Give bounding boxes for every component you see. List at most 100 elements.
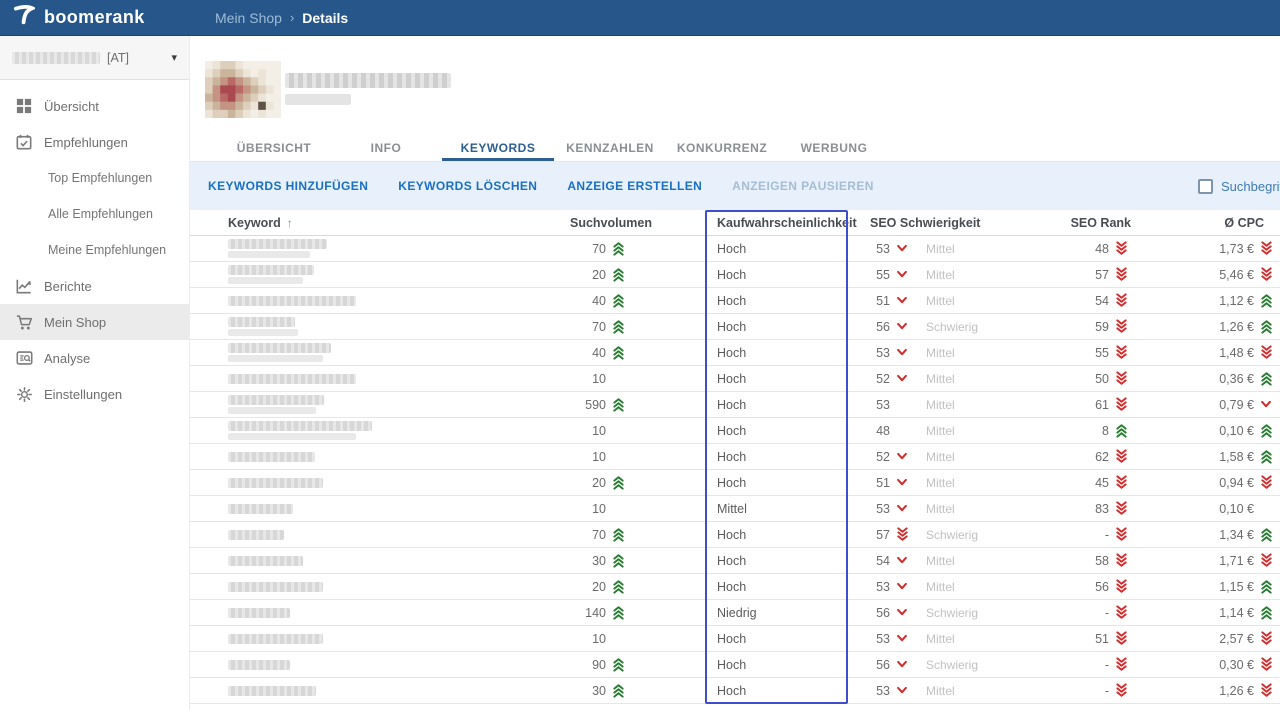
- keyword-redacted: [228, 343, 331, 362]
- table-row[interactable]: 30Hoch54Mittel581,71 €: [190, 548, 1280, 574]
- table-row[interactable]: 140Niedrig56Schwierig-1,14 €: [190, 600, 1280, 626]
- cart-icon: [15, 313, 33, 331]
- column-header-keyword[interactable]: Keyword ↑: [190, 210, 570, 235]
- keyword-cell: [190, 626, 570, 651]
- sidebar-item-label: Mein Shop: [44, 315, 106, 330]
- kaufwahrscheinlichkeit-cell: Hoch: [705, 366, 848, 391]
- gap-cell: [628, 262, 705, 287]
- table-row[interactable]: 10Mittel53Mittel830,10 €: [190, 496, 1280, 522]
- seo-schwierigkeit-cell: 48Mittel: [870, 418, 1058, 443]
- trend-down-small-icon: [1256, 397, 1276, 413]
- sidebar-item-mein-shop[interactable]: Mein Shop: [0, 304, 189, 340]
- keywords-hinzufuegen-button[interactable]: KEYWORDS HINZUFÜGEN: [208, 179, 368, 193]
- table-row[interactable]: 30Hoch53Mittel-1,26 €: [190, 678, 1280, 704]
- table-row[interactable]: 70Hoch53Mittel481,73 €: [190, 236, 1280, 262]
- cpc-cell: 0,10 €: [1171, 496, 1280, 521]
- seo-schwierigkeit-cell: 52Mittel: [870, 444, 1058, 469]
- table-row[interactable]: 70Hoch56Schwierig591,26 €: [190, 314, 1280, 340]
- column-header-seo-schwierigkeit[interactable]: SEO Schwierigkeit: [870, 210, 1058, 235]
- seo-rank-cell: 56: [1058, 574, 1171, 599]
- table-row[interactable]: 20Hoch55Mittel575,46 €: [190, 262, 1280, 288]
- search-terms-checkbox[interactable]: [1198, 179, 1213, 194]
- suchvolumen-cell: 20: [570, 262, 628, 287]
- seo-schwierigkeit-label: Schwierig: [926, 606, 978, 620]
- table-row[interactable]: 40Hoch51Mittel541,12 €: [190, 288, 1280, 314]
- keyword-redacted: [228, 478, 323, 488]
- column-gap: [848, 210, 870, 235]
- tab-info[interactable]: INFO: [330, 136, 442, 161]
- gap-cell: [628, 678, 705, 703]
- sidebar-item-label: Alle Empfehlungen: [48, 207, 153, 221]
- sidebar-item-uebersicht[interactable]: Übersicht: [0, 88, 189, 124]
- trend-down-icon: [1111, 449, 1131, 465]
- tab-konkurrenz[interactable]: KONKURRENZ: [666, 136, 778, 161]
- seo-schwierigkeit-label: Mittel: [926, 684, 955, 698]
- gap-cell: [848, 418, 870, 443]
- table-row[interactable]: 590Hoch53Mittel610,79 €: [190, 392, 1280, 418]
- trend-down-icon: [1256, 657, 1276, 673]
- seo-schwierigkeit-cell: 56Schwierig: [870, 600, 1058, 625]
- trend-down-small-icon: [892, 267, 912, 283]
- tab-werbung[interactable]: WERBUNG: [778, 136, 890, 161]
- seo-schwierigkeit-cell: 52Mittel: [870, 366, 1058, 391]
- sidebar-item-einstellungen[interactable]: Einstellungen: [0, 376, 189, 412]
- grid-icon: [15, 97, 33, 115]
- seo-schwierigkeit-label: Mittel: [926, 632, 955, 646]
- logo[interactable]: boomerank: [0, 5, 190, 30]
- sidebar-item-meine-empfehlungen[interactable]: Meine Empfehlungen: [0, 232, 189, 268]
- sidebar-item-label: Empfehlungen: [44, 135, 128, 150]
- keyword-cell: [190, 600, 570, 625]
- seo-rank-cell: 51: [1058, 626, 1171, 651]
- sidebar-item-berichte[interactable]: Berichte: [0, 268, 189, 304]
- seo-schwierigkeit-cell: 51Mittel: [870, 470, 1058, 495]
- table-row[interactable]: 90Hoch56Schwierig-0,30 €: [190, 652, 1280, 678]
- breadcrumb: Mein Shop › Details: [215, 10, 348, 26]
- trend-up-icon: [608, 319, 628, 335]
- keywords-loeschen-button[interactable]: KEYWORDS LÖSCHEN: [398, 179, 537, 193]
- seo-schwierigkeit-cell: 53Mittel: [870, 678, 1058, 703]
- gap-cell: [848, 366, 870, 391]
- cpc-cell: 1,12 €: [1171, 288, 1280, 313]
- calendar-check-icon: [15, 133, 33, 151]
- sidebar-item-label: Berichte: [44, 279, 92, 294]
- column-header-suchvolumen[interactable]: Suchvolumen: [570, 210, 628, 235]
- table-row[interactable]: 40Hoch53Mittel551,48 €: [190, 340, 1280, 366]
- column-header-kaufwahrscheinlichkeit[interactable]: Kaufwahrscheinlichkeit: [705, 210, 848, 235]
- gap-cell: [848, 548, 870, 573]
- sidebar-item-label: Top Empfehlungen: [48, 171, 152, 185]
- seo-rank-cell: 48: [1058, 236, 1171, 261]
- seo-rank-cell: 8: [1058, 418, 1171, 443]
- sidebar-item-alle-empfehlungen[interactable]: Alle Empfehlungen: [0, 196, 189, 232]
- cpc-cell: 1,73 €: [1171, 236, 1280, 261]
- shop-selector[interactable]: [AT] ▾: [0, 36, 189, 80]
- table-row[interactable]: 10Hoch52Mittel500,36 €: [190, 366, 1280, 392]
- table-row[interactable]: 20Hoch53Mittel561,15 €: [190, 574, 1280, 600]
- trend-placeholder: [892, 423, 912, 439]
- tab-keywords[interactable]: KEYWORDS: [442, 136, 554, 161]
- tab-uebersicht[interactable]: ÜBERSICHT: [218, 136, 330, 161]
- column-header-cpc[interactable]: Ø CPC: [1171, 210, 1280, 235]
- keyword-redacted: [228, 265, 314, 284]
- cpc-cell: 1,15 €: [1171, 574, 1280, 599]
- table-row[interactable]: 10Hoch52Mittel621,58 €: [190, 444, 1280, 470]
- tab-kennzahlen[interactable]: KENNZAHLEN: [554, 136, 666, 161]
- trend-placeholder: [892, 397, 912, 413]
- gap-cell: [848, 262, 870, 287]
- table-row[interactable]: 70Hoch57Schwierig-1,34 €: [190, 522, 1280, 548]
- table-row[interactable]: 20Hoch51Mittel450,94 €: [190, 470, 1280, 496]
- trend-down-small-icon: [892, 657, 912, 673]
- breadcrumb-mein-shop[interactable]: Mein Shop: [215, 10, 282, 26]
- table-row[interactable]: 10Hoch48Mittel80,10 €: [190, 418, 1280, 444]
- trend-up-icon: [1111, 423, 1131, 439]
- table-row[interactable]: 10Hoch53Mittel512,57 €: [190, 626, 1280, 652]
- boomerang-icon: [13, 5, 35, 30]
- anzeige-erstellen-button[interactable]: ANZEIGE ERSTELLEN: [567, 179, 702, 193]
- sidebar-item-top-empfehlungen[interactable]: Top Empfehlungen: [0, 160, 189, 196]
- column-header-seo-rank[interactable]: SEO Rank: [1058, 210, 1171, 235]
- suchvolumen-cell: 140: [570, 600, 628, 625]
- keyword-cell: [190, 288, 570, 313]
- trend-down-icon: [1111, 527, 1131, 543]
- kaufwahrscheinlichkeit-cell: Hoch: [705, 340, 848, 365]
- sidebar-item-analyse[interactable]: Analyse: [0, 340, 189, 376]
- sidebar-item-empfehlungen[interactable]: Empfehlungen: [0, 124, 189, 160]
